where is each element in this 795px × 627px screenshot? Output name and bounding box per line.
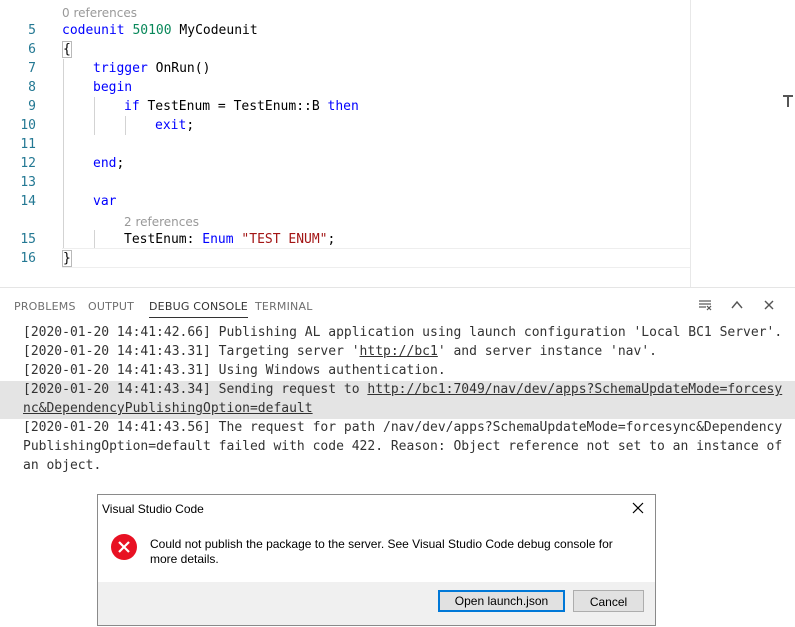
indent-guide [94, 97, 95, 135]
code-line: codeunit 50100 MyCodeunit [62, 21, 258, 40]
indent-guide [63, 59, 64, 249]
log-text: ' and server instance 'nav'. [437, 344, 657, 359]
close-icon[interactable] [630, 500, 646, 516]
dialog-footer: Open launch.json Cancel [98, 582, 655, 625]
server-link[interactable]: http://bc1 [360, 344, 438, 359]
clear-console-icon[interactable] [697, 297, 713, 313]
punctuation: ; [186, 118, 195, 133]
object-id: 50100 [132, 23, 172, 38]
code-line: end; [93, 154, 124, 173]
line-number: 7 [28, 61, 36, 76]
dialog-message: Could not publish the package to the ser… [150, 537, 613, 566]
codelens-references[interactable]: 0 references [62, 6, 137, 20]
open-launch-json-button[interactable]: Open launch.json [438, 590, 565, 612]
keyword: then [327, 99, 359, 114]
punctuation: ; [116, 156, 125, 171]
tab-output[interactable]: OUTPUT [88, 300, 134, 313]
indent-guide [94, 230, 95, 249]
code-line: begin [93, 78, 132, 97]
line-number: 10 [20, 118, 36, 133]
expression: TestEnum = TestEnum::B [139, 99, 328, 114]
console-log-line: [2020-01-20 14:41:43.34] Sending request… [23, 380, 783, 418]
code-line: { [62, 40, 72, 59]
string-literal: "TEST ENUM" [233, 232, 328, 247]
line-number: 5 [28, 23, 36, 38]
tab-problems[interactable]: PROBLEMS [14, 300, 76, 313]
minimap[interactable] [690, 0, 795, 287]
indent-guide [125, 116, 126, 135]
bracket-match: { [62, 41, 72, 58]
keyword: codeunit [62, 23, 125, 38]
log-text: [2020-01-20 14:41:43.34] Sending request… [23, 382, 368, 397]
bracket-match: } [62, 250, 72, 267]
tab-debug-console[interactable]: DEBUG CONSOLE [149, 300, 248, 318]
current-line-border [62, 248, 690, 249]
close-panel-icon[interactable] [761, 297, 777, 313]
line-number: 8 [28, 80, 36, 95]
console-log-line: [2020-01-20 14:41:43.56] The request for… [23, 420, 791, 473]
maximize-panel-icon[interactable] [729, 297, 745, 313]
line-number: 6 [28, 42, 36, 57]
tab-terminal[interactable]: TERMINAL [255, 300, 313, 313]
codelens-references[interactable]: 2 references [124, 215, 199, 229]
line-number: 9 [28, 99, 36, 114]
code-line: trigger OnRun() [93, 59, 210, 78]
line-number: 11 [20, 137, 36, 152]
line-number: 16 [20, 251, 36, 266]
error-dialog: Visual Studio Code Could not publish the… [97, 494, 656, 626]
keyword: trigger [93, 61, 148, 76]
keyword: if [124, 99, 140, 114]
identifier: MyCodeunit [171, 23, 258, 38]
identifier: TestEnum: [124, 232, 203, 247]
line-number: 12 [20, 156, 36, 171]
console-log-line: [2020-01-20 14:41:43.31] Targeting serve… [23, 342, 783, 361]
text-cursor-icon [783, 95, 793, 107]
punctuation: ; [327, 232, 336, 247]
keyword: Enum [202, 232, 234, 247]
line-number: 15 [20, 232, 36, 247]
identifier: OnRun() [147, 61, 211, 76]
error-icon [111, 534, 137, 560]
code-line: TestEnum: Enum "TEST ENUM"; [124, 230, 335, 249]
keyword: var [93, 194, 117, 209]
line-number: 13 [20, 175, 36, 190]
keyword: exit [155, 118, 187, 133]
code-line: } [62, 249, 72, 268]
panel-tabs: PROBLEMS OUTPUT DEBUG CONSOLE TERMINAL [0, 288, 795, 322]
code-line: if TestEnum = TestEnum::B then [124, 97, 359, 116]
console-log-line: [2020-01-20 14:41:43.31] Using Windows a… [23, 363, 446, 378]
dialog-title: Visual Studio Code [102, 502, 204, 516]
code-editor[interactable]: 0 references 5 6 7 8 9 10 11 12 13 14 15… [0, 0, 795, 287]
current-line-border [62, 267, 690, 268]
console-log-line: [2020-01-20 14:41:42.66] Publishing AL a… [23, 325, 783, 340]
code-line: exit; [155, 116, 194, 135]
line-number: 14 [20, 194, 36, 209]
log-text: [2020-01-20 14:41:43.31] Targeting serve… [23, 344, 360, 359]
keyword: begin [93, 80, 133, 95]
keyword: end [93, 156, 117, 171]
code-line: var [93, 192, 116, 211]
cancel-button[interactable]: Cancel [573, 590, 644, 612]
